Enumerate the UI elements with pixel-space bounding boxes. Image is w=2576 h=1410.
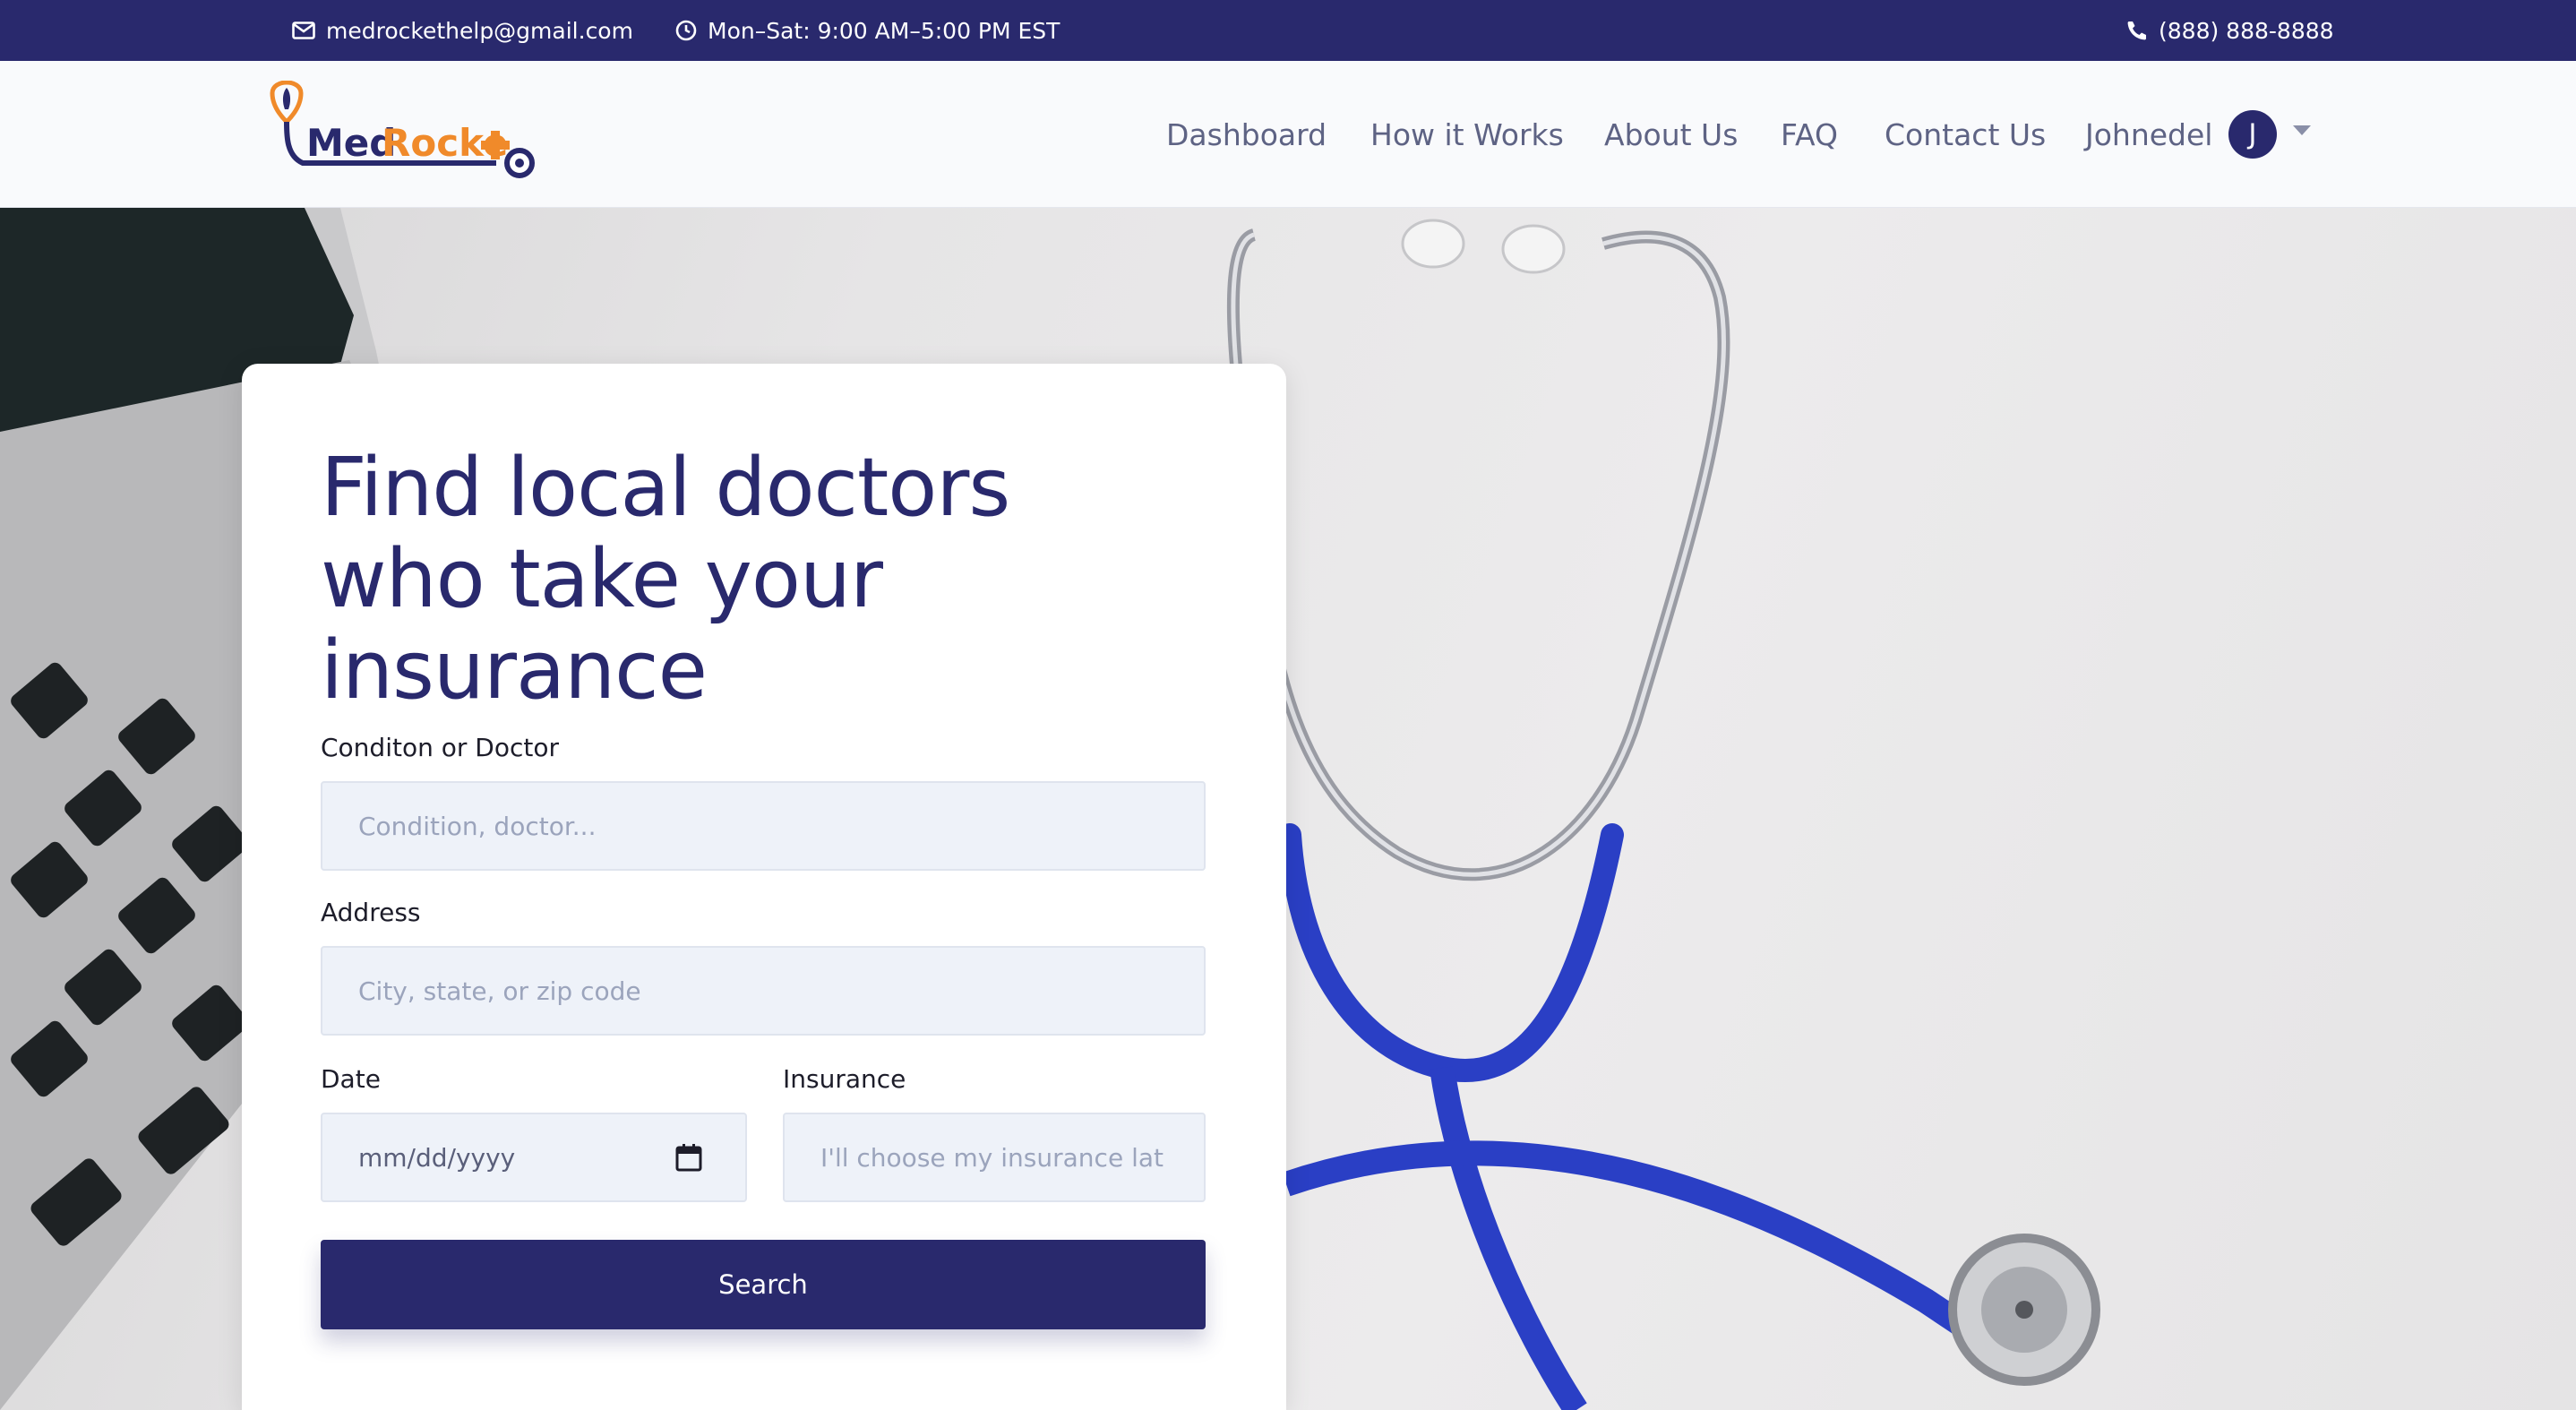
date-input[interactable]: mm/dd/yyyy (321, 1113, 747, 1202)
main-navbar: Med Rocke Dashboard How it Works About U… (0, 61, 2576, 208)
contact-phone-text: (888) 888-8888 (2159, 17, 2334, 44)
nav-how-it-works[interactable]: How it Works (1370, 61, 1564, 208)
envelope-icon (292, 21, 315, 39)
top-info-bar: medrockethelp@gmail.com Mon–Sat: 9:00 AM… (0, 0, 2576, 61)
user-avatar[interactable]: J (2228, 110, 2277, 159)
date-label: Date (321, 1064, 381, 1094)
address-input[interactable] (321, 946, 1206, 1036)
business-hours-text: Mon–Sat: 9:00 AM–5:00 PM EST (708, 17, 1060, 44)
contact-phone[interactable]: (888) 888-8888 (2126, 0, 2334, 61)
date-input-value: mm/dd/yyyy (358, 1142, 516, 1173)
headline-line-2: who take your (321, 532, 883, 626)
headline-line-1: Find local doctors (321, 441, 1010, 535)
page-title: Find local doctors who take your insuran… (321, 443, 1127, 717)
contact-email[interactable]: medrockethelp@gmail.com (292, 0, 633, 61)
search-button[interactable]: Search (321, 1240, 1206, 1329)
phone-icon (2127, 21, 2146, 40)
nav-contact-us[interactable]: Contact Us (1885, 61, 2046, 208)
calendar-icon[interactable] (675, 1143, 702, 1172)
insurance-input[interactable] (783, 1113, 1206, 1202)
business-hours: Mon–Sat: 9:00 AM–5:00 PM EST (675, 0, 1060, 61)
nav-dashboard[interactable]: Dashboard (1166, 61, 1327, 208)
user-menu-name[interactable]: Johnedel (2085, 61, 2212, 208)
doctor-search-card: Find local doctors who take your insuran… (242, 364, 1286, 1410)
insurance-label: Insurance (783, 1064, 906, 1094)
nav-about-us[interactable]: About Us (1604, 61, 1738, 208)
logo-graphic: Med Rocke (270, 80, 535, 178)
hero-section: Find local doctors who take your insuran… (0, 208, 2576, 1410)
medrocket-logo[interactable]: Med Rocke (267, 80, 545, 192)
nav-faq[interactable]: FAQ (1781, 61, 1838, 208)
chevron-down-icon[interactable] (2293, 125, 2311, 135)
condition-label: Conditon or Doctor (321, 733, 559, 762)
contact-email-text: medrockethelp@gmail.com (326, 17, 633, 44)
clock-icon (675, 20, 697, 41)
headline-line-3: insurance (321, 623, 708, 718)
condition-input[interactable] (321, 781, 1206, 871)
address-label: Address (321, 898, 421, 927)
